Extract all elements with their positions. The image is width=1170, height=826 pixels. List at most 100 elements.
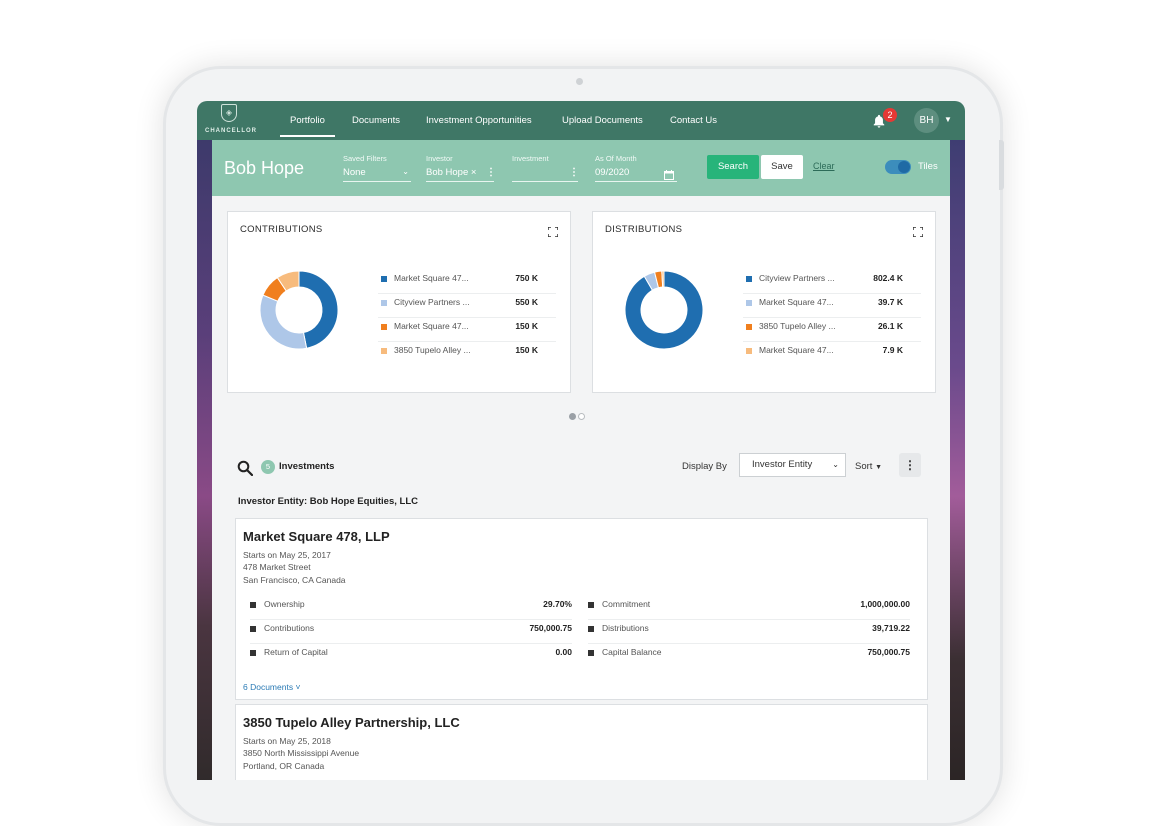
legend-label: 3850 Tupelo Alley ... <box>759 321 836 331</box>
legend-swatch <box>381 276 387 282</box>
investment-address-line2: San Francisco, CA Canada <box>243 575 346 585</box>
top-navigation: ◈ CHANCELLOR Portfolio Documents Investm… <box>197 101 965 140</box>
documents-link[interactable]: 6 Documents ˅ <box>243 682 300 692</box>
nav-investment-opportunities[interactable]: Investment Opportunities <box>426 115 532 126</box>
metric-value: 750,000.75 <box>529 623 572 633</box>
save-button[interactable]: Save <box>761 155 803 179</box>
tiles-toggle[interactable] <box>885 160 911 174</box>
legend-item: 3850 Tupelo Alley ... 150 K <box>378 342 556 366</box>
bullet <box>588 602 594 608</box>
investor-value: Bob Hope × <box>426 167 477 178</box>
investor-more-icon[interactable]: ⋮ <box>486 167 496 178</box>
investment-start-date: Starts on May 25, 2018 <box>243 736 331 746</box>
legend-value: 150 K <box>515 345 538 355</box>
metric-value: 39,719.22 <box>872 623 910 633</box>
expand-icon[interactable] <box>547 224 559 238</box>
investments-label: Investments <box>279 461 335 472</box>
investments-count-badge: 5 <box>261 460 275 474</box>
metric-value: 1,000,000.00 <box>860 599 910 609</box>
investment-card[interactable]: Market Square 478, LLP Starts on May 25,… <box>235 518 928 700</box>
investment-start-date: Starts on May 25, 2017 <box>243 550 331 560</box>
background-photo-right <box>950 139 965 780</box>
legend-value: 150 K <box>515 321 538 331</box>
app-screen: ◈ CHANCELLOR Portfolio Documents Investm… <box>197 101 965 780</box>
as-of-month-label: As Of Month <box>595 154 637 163</box>
metric-label: Return of Capital <box>264 647 328 657</box>
metric-capital-balance: Capital Balance 750,000.75 <box>588 644 910 668</box>
background-photo-left <box>197 139 212 780</box>
carousel-dot[interactable] <box>578 413 585 420</box>
expand-icon[interactable] <box>912 224 924 238</box>
legend-value: 7.9 K <box>882 345 903 355</box>
metric-label: Ownership <box>264 599 305 609</box>
legend-label: Market Square 47... <box>759 345 834 355</box>
investment-card[interactable]: 3850 Tupelo Alley Partnership, LLC Start… <box>235 704 928 780</box>
legend-label: Cityview Partners ... <box>394 297 470 307</box>
bullet <box>250 626 256 632</box>
legend-item: Cityview Partners ... 802.4 K <box>743 270 921 294</box>
investment-label: Investment <box>512 154 549 163</box>
metric-distributions: Distributions 39,719.22 <box>588 620 910 644</box>
legend-label: Market Square 47... <box>759 297 834 307</box>
metric-value: 29.70% <box>543 599 572 609</box>
shield-icon: ◈ <box>221 104 237 122</box>
display-by-label: Display By <box>682 461 727 472</box>
more-options-icon[interactable]: ⋮ <box>899 453 921 477</box>
legend-label: Cityview Partners ... <box>759 273 835 283</box>
nav-documents[interactable]: Documents <box>352 115 400 126</box>
investment-title: 3850 Tupelo Alley Partnership, LLC <box>243 715 460 730</box>
legend-item: Market Square 47... 7.9 K <box>743 342 921 366</box>
investment-more-icon[interactable]: ⋮ <box>569 167 579 178</box>
saved-filters-label: Saved Filters <box>343 154 387 163</box>
legend-label: Market Square 47... <box>394 321 469 331</box>
investor-field[interactable]: Bob Hope × <box>426 166 494 182</box>
chevron-down-icon: ⌄ <box>832 460 839 469</box>
investor-label: Investor <box>426 154 453 163</box>
tablet-side-button <box>999 140 1004 190</box>
investment-address-line1: 478 Market Street <box>243 562 311 572</box>
clear-link[interactable]: Clear <box>813 161 835 171</box>
legend-value: 750 K <box>515 273 538 283</box>
legend-swatch <box>746 348 752 354</box>
legend-item: Market Square 47... 39.7 K <box>743 294 921 318</box>
main-content: CONTRIBUTIONS Market Square 47... 750 K C… <box>212 196 950 780</box>
legend-value: 550 K <box>515 297 538 307</box>
donut-slice[interactable] <box>259 294 308 350</box>
legend-swatch <box>381 324 387 330</box>
nav-upload-documents[interactable]: Upload Documents <box>562 115 643 126</box>
as-of-month-value: 09/2020 <box>595 167 630 178</box>
metric-commitment: Commitment 1,000,000.00 <box>588 596 910 620</box>
sort-dropdown[interactable]: Sort ▼ <box>855 461 882 472</box>
search-button[interactable]: Search <box>707 155 759 179</box>
distributions-legend: Cityview Partners ... 802.4 K Market Squa… <box>743 270 921 366</box>
nav-portfolio[interactable]: Portfolio <box>280 115 335 137</box>
logo[interactable]: ◈ CHANCELLOR <box>205 104 256 138</box>
distributions-donut-chart <box>624 270 704 350</box>
search-icon[interactable] <box>237 460 254 477</box>
carousel-pagination <box>569 407 587 425</box>
contributions-legend: Market Square 47... 750 K Cityview Partne… <box>378 270 556 366</box>
metric-value: 750,000.75 <box>867 647 910 657</box>
bullet <box>250 602 256 608</box>
legend-value: 802.4 K <box>873 273 903 283</box>
display-by-value: Investor Entity <box>752 459 813 470</box>
nav-contact-us[interactable]: Contact Us <box>670 115 717 126</box>
donut-slice[interactable] <box>298 270 339 349</box>
metric-contributions: Contributions 750,000.75 <box>250 620 572 644</box>
avatar[interactable]: BH <box>914 108 939 133</box>
investment-address-line1: 3850 North Mississippi Avenue <box>243 748 360 758</box>
display-by-select[interactable]: Investor Entity ⌄ <box>739 453 846 477</box>
legend-swatch <box>746 300 752 306</box>
saved-filters-select[interactable]: None ⌄ <box>343 166 411 182</box>
metric-label: Capital Balance <box>602 647 662 657</box>
caret-down-icon[interactable]: ▼ <box>944 115 952 124</box>
legend-swatch <box>381 348 387 354</box>
chevron-down-icon: ⌄ <box>402 167 409 176</box>
contributions-card: CONTRIBUTIONS Market Square 47... 750 K C… <box>227 211 571 393</box>
calendar-icon[interactable] <box>664 167 674 180</box>
metric-label: Distributions <box>602 623 649 633</box>
carousel-dot-active[interactable] <box>569 413 576 420</box>
donut-slice[interactable] <box>661 270 665 288</box>
investment-address-line2: Portland, OR Canada <box>243 761 325 771</box>
legend-label: Market Square 47... <box>394 273 469 283</box>
